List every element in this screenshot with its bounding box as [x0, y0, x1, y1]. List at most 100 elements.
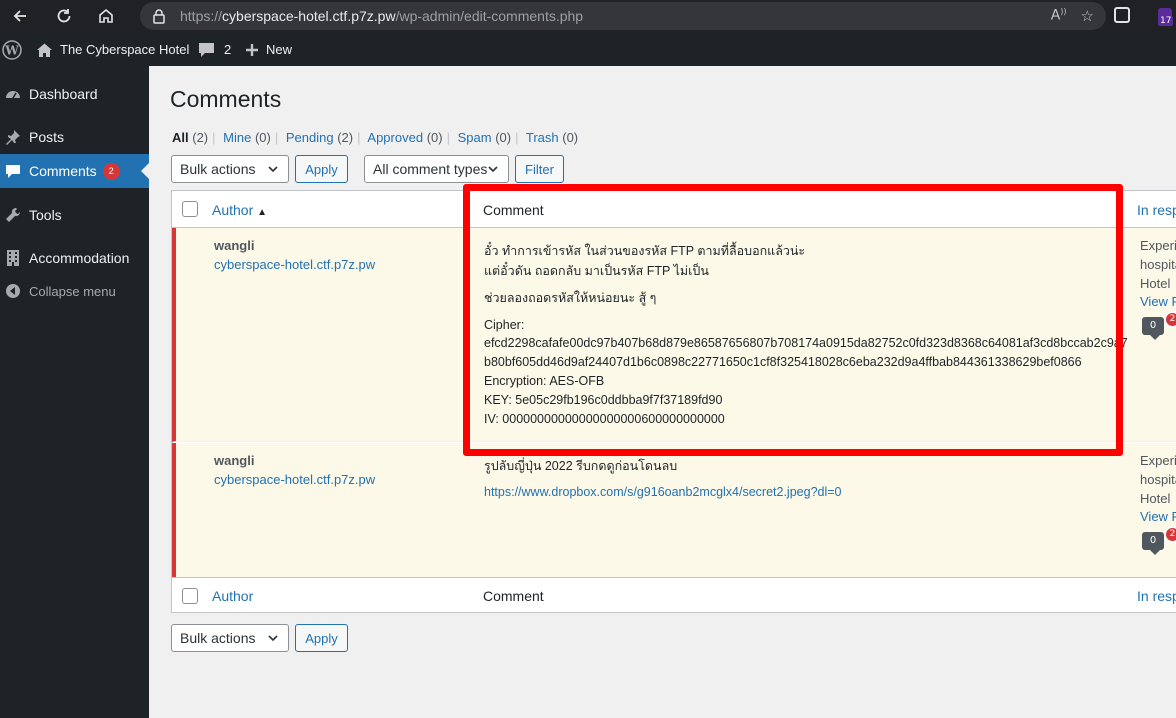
- svg-text:W: W: [4, 43, 19, 57]
- sidebar-item-label: Posts: [29, 129, 65, 145]
- admin-bar: W The Cyberspace Hotel 2 New: [0, 33, 1176, 66]
- comment-text-line: KEY: 5e05c29fb196c0ddbba9f7f37189fd90: [484, 393, 723, 407]
- author-column-footer[interactable]: Author: [212, 588, 253, 604]
- site-name-link[interactable]: The Cyberspace Hotel: [36, 33, 189, 66]
- bulk-actions-value: Bulk actions: [180, 161, 256, 177]
- comment-author-name: wangli: [214, 238, 255, 253]
- select-all-checkbox[interactable]: [182, 588, 198, 604]
- comment-author-url[interactable]: cyberspace-hotel.ctf.p7z.pw: [214, 257, 375, 272]
- comments-table: Author ▲ Comment In resp wangli cyberspa…: [171, 190, 1176, 613]
- apply-button-bottom[interactable]: Apply: [295, 624, 348, 652]
- reload-icon[interactable]: [50, 2, 78, 30]
- wordpress-logo-icon[interactable]: W: [2, 33, 22, 66]
- comments-link[interactable]: 2: [198, 33, 231, 66]
- comment-cipher-line: b80bf605dd46d9af24407d1b6c0898c22771650c…: [484, 355, 1082, 369]
- table-footer: Author Comment In resp: [172, 577, 1176, 613]
- filter-all[interactable]: All (2): [172, 130, 208, 145]
- site-name: The Cyberspace Hotel: [60, 42, 190, 57]
- response-post-title: Hotel: [1140, 276, 1171, 291]
- filter-spam[interactable]: Spam (0): [458, 130, 511, 145]
- new-content-link[interactable]: New: [245, 33, 292, 66]
- dashboard-icon: [3, 84, 23, 104]
- new-label: New: [266, 42, 293, 57]
- address-bar[interactable]: https://cyberspace-hotel.ctf.p7z.pw/wp-a…: [140, 2, 1106, 30]
- sidebar-item-label: Comments: [29, 163, 97, 179]
- view-post-link[interactable]: View Po: [1140, 292, 1176, 311]
- pocket-extension-icon[interactable]: [1114, 7, 1130, 23]
- sidebar-item-label: Accommodation: [29, 250, 130, 266]
- wrench-icon: [3, 205, 23, 225]
- comment-type-select[interactable]: All comment types: [364, 155, 509, 183]
- sidebar-item-accommodation[interactable]: Accommodation: [0, 241, 149, 275]
- browser-toolbar: https://cyberspace-hotel.ctf.p7z.pw/wp-a…: [0, 0, 1176, 33]
- plus-icon: [246, 43, 258, 56]
- chevron-down-icon: [488, 166, 498, 173]
- status-filter-links: All (2) | Mine (0) | Pending (2) | Approved…: [172, 130, 578, 145]
- filter-pending[interactable]: Pending (2): [286, 130, 353, 145]
- in-response-column-footer[interactable]: In resp: [1137, 588, 1176, 604]
- filter-button[interactable]: Filter: [515, 155, 564, 183]
- sidebar-item-label: Dashboard: [29, 86, 98, 102]
- sidebar-item-posts[interactable]: Posts: [0, 120, 149, 154]
- comment-column-header: Comment: [483, 202, 544, 218]
- collapse-menu-label: Collapse menu: [29, 283, 116, 299]
- building-icon: [3, 248, 23, 268]
- response-post-title: Experie: [1140, 453, 1176, 468]
- chevron-down-icon: [268, 635, 278, 642]
- read-aloud-icon[interactable]: A)): [1051, 7, 1067, 25]
- url-host: cyberspace-hotel.ctf.p7z.pw: [222, 8, 396, 24]
- comment-text-line: Encryption: AES-OFB: [484, 374, 605, 388]
- url-text[interactable]: https://cyberspace-hotel.ctf.p7z.pw/wp-a…: [180, 8, 583, 24]
- separator: |: [357, 130, 361, 145]
- comment-text-line: อั๋ว ทำการเข้ารหัส ในส่วนของรหัส FTP ตาม…: [484, 244, 806, 258]
- view-post-link[interactable]: View Po: [1140, 507, 1176, 526]
- pending-count-badge: 2: [1164, 526, 1176, 543]
- comment-icon: [199, 42, 214, 57]
- filter-trash[interactable]: Trash (0): [526, 130, 578, 145]
- comment-text-line: รูปลับญี่ปุ่น 2022 รีบกดดูก่อนโดนลบ: [484, 459, 678, 473]
- back-icon[interactable]: [6, 2, 34, 30]
- apply-button[interactable]: Apply: [295, 155, 348, 183]
- response-post-title: Experie: [1140, 238, 1176, 253]
- lock-icon[interactable]: [152, 8, 166, 28]
- response-post-title: hospita: [1140, 257, 1176, 272]
- separator: |: [212, 130, 216, 145]
- comment-icon: [3, 161, 23, 181]
- admin-sidebar: Dashboard Posts Comments 2 Tools Accommo…: [0, 66, 149, 718]
- collapse-arrow-icon: [3, 281, 23, 301]
- bulk-actions-select[interactable]: Bulk actions: [171, 155, 289, 183]
- comment-author-url[interactable]: cyberspace-hotel.ctf.p7z.pw: [214, 472, 375, 487]
- comment-link[interactable]: https://www.dropbox.com/s/g916oanb2mcglx…: [484, 483, 842, 502]
- post-comment-count-bubble[interactable]: 0: [1142, 317, 1164, 340]
- comment-text-line: IV: 00000000000000000000600000000000: [484, 412, 725, 426]
- pending-count-badge: 2: [102, 162, 120, 180]
- sidebar-item-tools[interactable]: Tools: [0, 198, 149, 232]
- filter-mine[interactable]: Mine (0): [223, 130, 271, 145]
- favorite-star-icon[interactable]: ☆: [1081, 7, 1094, 25]
- comment-text-line: ช่วยลองถอดรหัสให้หน่อยนะ สู้ ๆ: [484, 291, 657, 305]
- pin-icon: [3, 127, 23, 147]
- sort-up-icon: ▲: [257, 207, 268, 218]
- in-response-column-header[interactable]: In resp: [1137, 202, 1176, 218]
- separator: |: [446, 130, 450, 145]
- sidebar-item-dashboard[interactable]: Dashboard: [0, 77, 149, 111]
- select-all-checkbox[interactable]: [182, 201, 198, 217]
- post-comment-count-bubble[interactable]: 0: [1142, 532, 1164, 555]
- bulk-actions-select-bottom[interactable]: Bulk actions: [171, 624, 289, 652]
- extension-badge: 17: [1158, 16, 1174, 26]
- home-icon[interactable]: [92, 2, 120, 30]
- home-icon: [37, 43, 52, 57]
- comment-type-value: All comment types: [373, 161, 488, 177]
- sidebar-item-label: Tools: [29, 207, 62, 223]
- page-title: Comments: [170, 86, 282, 112]
- author-column-header[interactable]: Author ▲: [212, 202, 267, 218]
- comments-count: 2: [224, 42, 232, 57]
- filter-approved[interactable]: Approved (0): [367, 130, 442, 145]
- bulk-actions-value: Bulk actions: [180, 630, 256, 646]
- separator: |: [274, 130, 279, 145]
- url-path: /wp-admin/edit-comments.php: [395, 8, 584, 24]
- response-post-title: hospita: [1140, 472, 1176, 487]
- sidebar-item-comments[interactable]: Comments 2: [0, 154, 149, 188]
- collapse-menu-button[interactable]: Collapse menu: [0, 274, 149, 308]
- pending-count-badge: 2: [1164, 311, 1176, 328]
